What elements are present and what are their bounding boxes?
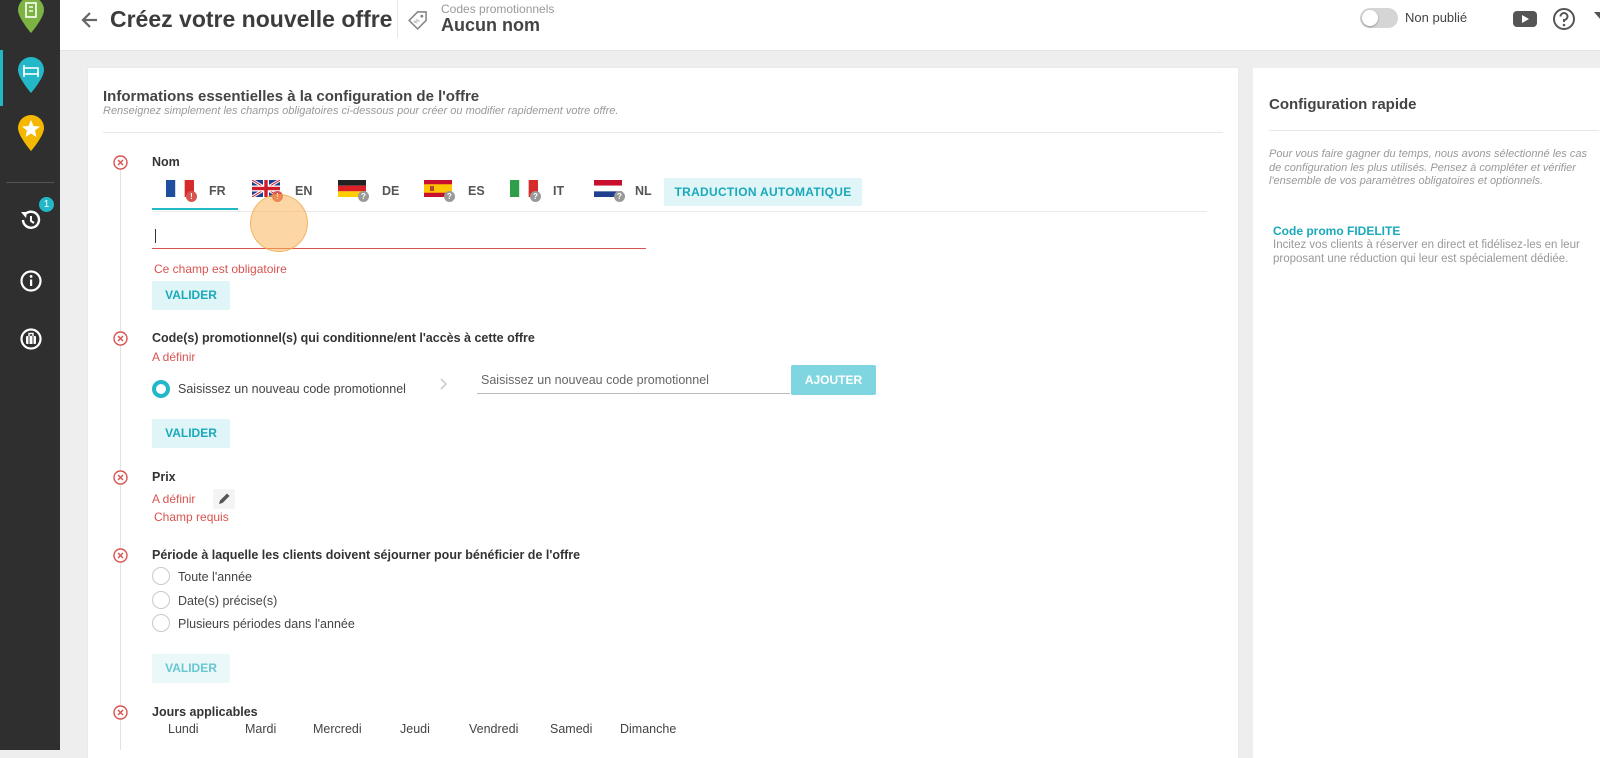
publish-toggle[interactable] <box>1360 8 1398 28</box>
luggage-icon[interactable] <box>18 326 44 352</box>
quick-config-divider <box>1269 130 1599 131</box>
day-lundi[interactable]: Lundi <box>168 722 199 736</box>
history-badge: 1 <box>39 197 54 212</box>
nom-label: Nom <box>152 155 180 169</box>
steps-line <box>120 170 121 750</box>
page-title: Créez votre nouvelle offre <box>110 6 393 32</box>
period-option-label: Date(s) précise(s) <box>178 594 278 608</box>
history-icon[interactable] <box>18 207 44 233</box>
filter-icon[interactable] <box>1593 10 1600 30</box>
lang-status-badge: ? <box>444 191 455 202</box>
info-icon[interactable] <box>18 268 44 294</box>
tab-lang-nl[interactable]: ? NL <box>580 176 662 210</box>
text-caret <box>155 229 156 243</box>
lang-code: ES <box>468 184 485 198</box>
lang-code: EN <box>295 184 313 198</box>
period-radio-dates[interactable] <box>152 591 170 609</box>
quick-config-panel: Configuration rapide Pour vous faire gag… <box>1253 68 1600 758</box>
hotel-pin-icon[interactable] <box>16 0 46 34</box>
star-pin-icon[interactable] <box>16 114 46 152</box>
name-input[interactable] <box>152 225 646 249</box>
sidebar-active-indicator <box>0 50 3 106</box>
error-icon <box>113 155 128 170</box>
promo-tag-icon: % <box>404 4 434 34</box>
codes-label: Code(s) promotionnel(s) qui conditionne/… <box>152 331 535 345</box>
period-radio-multiple[interactable] <box>152 614 170 632</box>
codes-status: A définir <box>152 350 196 364</box>
validate-name-button[interactable]: VALIDER <box>152 281 230 310</box>
validate-period-button[interactable]: VALIDER <box>152 654 230 683</box>
help-icon[interactable] <box>1552 7 1576 31</box>
bed-pin-icon[interactable] <box>16 56 46 94</box>
fidelite-description: Incitez vos clients à réserver en direct… <box>1273 239 1580 265</box>
prix-status: A définir <box>152 492 196 506</box>
card-subtitle: Renseignez simplement les champs obligat… <box>103 105 619 117</box>
periode-label: Période à laquelle les clients doivent s… <box>152 548 581 562</box>
fidelite-link[interactable]: Code promo FIDELITE <box>1273 224 1400 238</box>
day-vendredi[interactable]: Vendredi <box>469 722 518 736</box>
tab-lang-de[interactable]: ? DE <box>324 176 410 210</box>
day-jeudi[interactable]: Jeudi <box>400 722 430 736</box>
lang-status-badge: ? <box>530 191 541 202</box>
offer-type-label: Codes promotionnels <box>441 2 555 16</box>
promo-code-input[interactable] <box>477 367 790 394</box>
error-icon <box>113 705 128 720</box>
error-icon <box>113 548 128 563</box>
lang-code: FR <box>209 184 226 198</box>
day-samedi[interactable]: Samedi <box>550 722 592 736</box>
offer-name: Aucun nom <box>441 15 540 35</box>
sidebar-divider <box>6 182 54 183</box>
period-option-label: Toute l'année <box>178 570 252 584</box>
sidebar: 1 <box>0 0 60 750</box>
day-mardi[interactable]: Mardi <box>245 722 276 736</box>
quick-config-description: Pour vous faire gagner du temps, nous av… <box>1269 148 1587 187</box>
header: Créez votre nouvelle offre % Codes promo… <box>60 0 1600 51</box>
auto-translate-button[interactable]: TRADUCTION AUTOMATIQUE <box>664 178 862 206</box>
lang-status-badge: ? <box>358 191 369 202</box>
prix-required: Champ requis <box>154 510 229 524</box>
tab-lang-it[interactable]: ? IT <box>496 176 580 210</box>
name-error-message: Ce champ est obligatoire <box>154 262 287 276</box>
validate-codes-button[interactable]: VALIDER <box>152 419 230 448</box>
day-dimanche[interactable]: Dimanche <box>620 722 676 736</box>
card-title: Informations essentielles à la configura… <box>103 88 480 105</box>
day-mercredi[interactable]: Mercredi <box>313 722 362 736</box>
error-icon <box>113 470 128 485</box>
toggle-knob <box>1362 10 1378 26</box>
chevron-right-icon <box>438 377 448 390</box>
lang-code: NL <box>635 184 652 198</box>
edit-pencil-icon[interactable] <box>213 489 235 509</box>
add-code-button[interactable]: AJOUTER <box>791 365 876 395</box>
youtube-icon[interactable] <box>1512 9 1538 29</box>
publish-status-label: Non publié <box>1405 10 1468 25</box>
header-divider <box>397 0 398 38</box>
prix-label: Prix <box>152 470 176 484</box>
tab-lang-es[interactable]: ? ES <box>410 176 496 210</box>
new-code-radio-label: Saisissez un nouveau code promotionnel <box>178 382 406 396</box>
quick-config-title: Configuration rapide <box>1269 96 1417 113</box>
lang-code: DE <box>382 184 400 198</box>
click-indicator <box>250 194 308 252</box>
error-icon <box>113 331 128 346</box>
card-divider <box>103 132 1223 133</box>
lang-status-badge: ? <box>614 191 625 202</box>
lang-status-badge: ! <box>186 191 197 202</box>
jours-label: Jours applicables <box>152 705 258 719</box>
lang-code: IT <box>553 184 565 198</box>
period-radio-year[interactable] <box>152 567 170 585</box>
tab-lang-fr[interactable]: ! FR <box>152 176 238 210</box>
main-card: Informations essentielles à la configura… <box>88 68 1238 758</box>
period-option-label: Plusieurs périodes dans l'année <box>178 617 355 631</box>
new-code-radio[interactable] <box>152 380 170 398</box>
back-arrow-icon[interactable] <box>80 10 100 30</box>
